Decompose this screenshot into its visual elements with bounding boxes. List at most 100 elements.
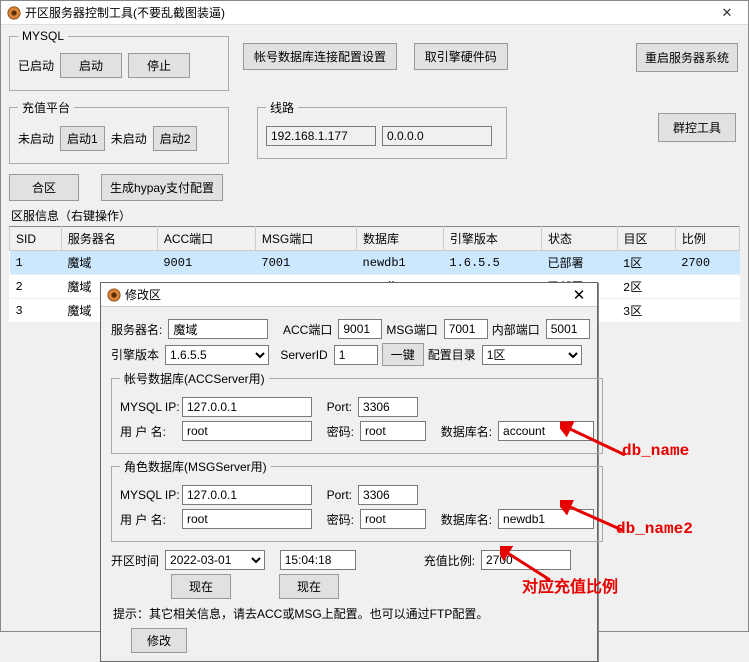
table-row[interactable]: 1魔域90017001newdb11.6.5.5已部署1区2700 [10, 251, 740, 275]
window-close-button[interactable]: ✕ [712, 5, 742, 21]
now-button-2[interactable]: 现在 [279, 574, 339, 599]
dialog-hint: 提示：其它相关信息，请去ACC或MSG上配置。也可以通过FTP配置。 [113, 605, 585, 622]
table-cell: 7001 [255, 251, 356, 275]
line-ip1 [266, 126, 376, 146]
table-cell: 2 [10, 275, 62, 299]
mysql-group: MYSQL 已启动 启动 停止 [9, 29, 229, 91]
msg-dbname-input[interactable] [498, 509, 594, 529]
server-id-label: ServerID [280, 348, 327, 362]
table-cell: 3 [10, 299, 62, 323]
table-cell: newdb1 [357, 251, 444, 275]
msg-dbport-label: Port: [327, 488, 352, 502]
app-icon [7, 6, 21, 20]
table-cell: 3区 [617, 299, 675, 323]
group-tool-button[interactable]: 群控工具 [658, 113, 736, 142]
line-ip2 [382, 126, 492, 146]
get-hwid-button[interactable]: 取引擎硬件码 [414, 43, 508, 70]
msg-dbport-input[interactable] [358, 485, 418, 505]
acc-dbname-label: 数据库名: [441, 423, 492, 440]
dialog-title: 修改区 [125, 286, 567, 303]
acc-dbport-input[interactable] [358, 397, 418, 417]
acc-user-input[interactable] [182, 421, 312, 441]
acc-db-group: 帐号数据库(ACCServer用) MYSQL IP: Port: 用 户 名:… [111, 370, 603, 454]
merge-zone-button[interactable]: 合区 [9, 174, 79, 201]
charge-ratio-input[interactable] [481, 550, 571, 570]
config-dir-select[interactable]: 1区 [482, 345, 582, 365]
line-legend: 线路 [266, 99, 298, 116]
msg-pwd-input[interactable] [360, 509, 426, 529]
acc-db-legend: 帐号数据库(ACCServer用) [120, 370, 269, 387]
charge-start1-button[interactable]: 启动1 [60, 126, 105, 151]
mysql-start-button[interactable]: 启动 [60, 53, 122, 78]
table-cell: 1区 [617, 251, 675, 275]
open-time-label: 开区时间 [111, 552, 159, 569]
table-header[interactable]: SID [10, 227, 62, 251]
window-title: 开区服务器控制工具(不要乱截图装逼) [25, 4, 712, 21]
table-header[interactable]: 引擎版本 [443, 227, 541, 251]
msg-db-legend: 角色数据库(MSGServer用) [120, 458, 271, 475]
dialog-close-button[interactable]: ✕ [567, 286, 591, 304]
msg-ip-label: MYSQL IP: [120, 488, 176, 502]
table-cell: 已部署 [542, 251, 618, 275]
internal-port-label: 内部端口 [492, 321, 540, 338]
server-name-input[interactable] [168, 319, 268, 339]
internal-port-input[interactable] [546, 319, 590, 339]
acc-port-label: ACC端口 [283, 321, 332, 338]
msg-user-input[interactable] [182, 509, 312, 529]
table-header[interactable]: 服务器名 [61, 227, 157, 251]
charge-ratio-label: 充值比例: [424, 552, 475, 569]
open-date-select[interactable]: 2022-03-01 [165, 550, 265, 570]
table-header[interactable]: MSG端口 [255, 227, 356, 251]
table-header[interactable]: 状态 [542, 227, 618, 251]
charge-legend: 充值平台 [18, 99, 74, 116]
config-dir-label: 配置目录 [428, 346, 476, 363]
table-header[interactable]: 比例 [675, 227, 739, 251]
msg-dbname-label: 数据库名: [441, 511, 492, 528]
msg-pwd-label: 密码: [327, 511, 354, 528]
msg-port-input[interactable] [444, 319, 488, 339]
now-button-1[interactable]: 现在 [171, 574, 231, 599]
table-caption: 区服信息（右键操作） [11, 207, 740, 224]
acc-db-config-button[interactable]: 帐号数据库连接配置设置 [243, 43, 397, 70]
acc-ip-input[interactable] [182, 397, 312, 417]
charge-status1: 未启动 [18, 130, 54, 147]
msg-user-label: 用 户 名: [120, 511, 176, 528]
mysql-status: 已启动 [18, 57, 54, 74]
table-cell [675, 299, 739, 323]
dialog-icon [107, 288, 121, 302]
table-cell: 2700 [675, 251, 739, 275]
charge-start2-button[interactable]: 启动2 [153, 126, 198, 151]
table-cell: 2区 [617, 275, 675, 299]
acc-dbname-input[interactable] [498, 421, 594, 441]
mysql-legend: MYSQL [18, 29, 68, 43]
gen-hypay-button[interactable]: 生成hypay支付配置 [101, 174, 223, 201]
engine-ver-select[interactable]: 1.6.5.5 [165, 345, 269, 365]
acc-pwd-label: 密码: [327, 423, 354, 440]
acc-dbport-label: Port: [327, 400, 352, 414]
modify-zone-dialog: 修改区 ✕ 服务器名: ACC端口 MSG端口 内部端口 引擎版本 1.6.5.… [100, 282, 598, 662]
msg-port-label: MSG端口 [386, 321, 437, 338]
one-key-button[interactable]: 一键 [382, 343, 424, 366]
table-cell: 1 [10, 251, 62, 275]
restart-server-button[interactable]: 重启服务器系统 [636, 43, 738, 72]
mysql-stop-button[interactable]: 停止 [128, 53, 190, 78]
open-time-input[interactable] [280, 550, 356, 570]
msg-ip-input[interactable] [182, 485, 312, 505]
table-cell: 9001 [157, 251, 255, 275]
charge-group: 充值平台 未启动 启动1 未启动 启动2 [9, 99, 229, 164]
table-cell: 魔域 [61, 251, 157, 275]
acc-ip-label: MYSQL IP: [120, 400, 176, 414]
server-id-input[interactable] [334, 345, 378, 365]
msg-db-group: 角色数据库(MSGServer用) MYSQL IP: Port: 用 户 名:… [111, 458, 603, 542]
server-name-label: 服务器名: [111, 321, 162, 338]
table-header[interactable]: 目区 [617, 227, 675, 251]
acc-user-label: 用 户 名: [120, 423, 176, 440]
acc-pwd-input[interactable] [360, 421, 426, 441]
line-group: 线路 [257, 99, 507, 159]
titlebar: 开区服务器控制工具(不要乱截图装逼) ✕ [1, 1, 748, 25]
acc-port-input[interactable] [338, 319, 382, 339]
table-header[interactable]: 数据库 [357, 227, 444, 251]
table-header[interactable]: ACC端口 [157, 227, 255, 251]
table-cell [675, 275, 739, 299]
table-cell: 1.6.5.5 [443, 251, 541, 275]
